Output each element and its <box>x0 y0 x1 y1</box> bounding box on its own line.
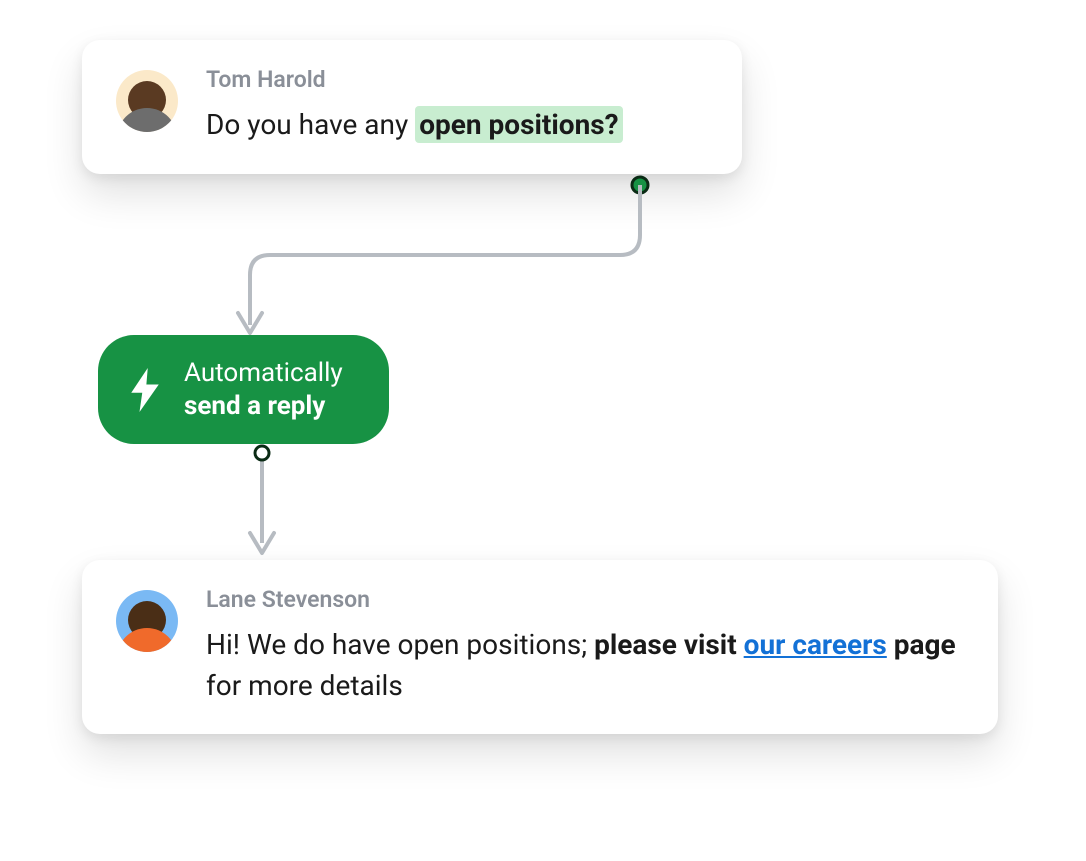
reply-message-card: Lane Stevenson Hi! We do have open posit… <box>82 560 998 734</box>
connector-dot-bottom <box>252 443 272 463</box>
careers-link[interactable]: our careers <box>744 628 887 661</box>
lightning-icon <box>128 368 162 412</box>
message-text: Hi! We do have open positions; please vi… <box>206 625 964 706</box>
message-text: Do you have any open positions? <box>206 105 708 146</box>
connector-dot-top <box>630 175 650 195</box>
message-content: Lane Stevenson Hi! We do have open posit… <box>206 586 964 706</box>
reply-suffix: for more details <box>206 669 403 702</box>
automation-action-label: Automatically send a reply <box>184 357 343 422</box>
automation-action-pill: Automatically send a reply <box>98 335 389 444</box>
connector-line-top <box>230 185 690 355</box>
action-line1: Automatically <box>184 357 343 390</box>
reply-bold-1: please visit <box>594 628 744 661</box>
incoming-message-card: Tom Harold Do you have any open position… <box>82 40 742 174</box>
message-prefix: Do you have any <box>206 108 415 141</box>
reply-bold-2: page <box>887 628 956 661</box>
reply-prefix: Hi! We do have open positions; <box>206 628 594 661</box>
avatar <box>116 70 178 132</box>
avatar <box>116 590 178 652</box>
action-line2: send a reply <box>184 390 343 423</box>
author-name: Lane Stevenson <box>206 586 964 613</box>
highlighted-phrase: open positions? <box>415 106 622 143</box>
author-name: Tom Harold <box>206 66 708 93</box>
connector-line-bottom <box>240 455 300 575</box>
message-content: Tom Harold Do you have any open position… <box>206 66 708 146</box>
